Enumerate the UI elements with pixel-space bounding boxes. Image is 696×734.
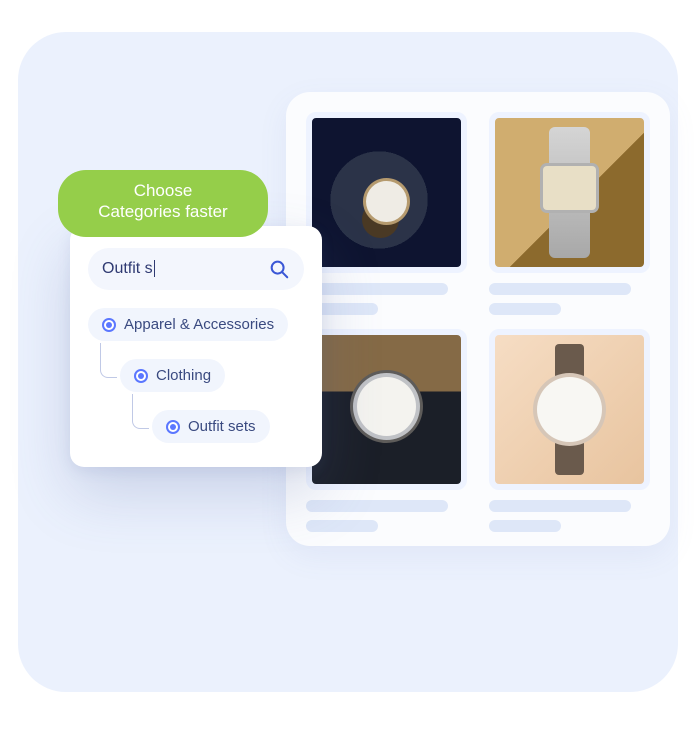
- category-item-outfit-sets[interactable]: Outfit sets: [152, 410, 270, 443]
- product-card[interactable]: [489, 112, 650, 315]
- product-image: [489, 329, 650, 490]
- category-search-field[interactable]: Outfit s: [88, 248, 304, 290]
- search-icon: [268, 258, 290, 280]
- product-subtitle-placeholder: [306, 520, 378, 532]
- category-item-apparel[interactable]: Apparel & Accessories: [88, 308, 288, 341]
- category-item-clothing[interactable]: Clothing: [120, 359, 225, 392]
- radio-icon: [166, 420, 180, 434]
- product-title-placeholder: [489, 500, 631, 512]
- hint-badge-tail: [160, 220, 174, 234]
- product-subtitle-placeholder: [489, 303, 561, 315]
- product-image: [489, 112, 650, 273]
- search-input[interactable]: Outfit s: [102, 260, 252, 278]
- product-card[interactable]: [489, 329, 650, 532]
- product-title-placeholder: [306, 283, 448, 295]
- product-grid-panel: [286, 92, 670, 546]
- product-title-placeholder: [306, 500, 448, 512]
- hint-badge-line-1: Choose: [134, 181, 193, 200]
- product-subtitle-placeholder: [489, 520, 561, 532]
- category-label: Clothing: [156, 367, 211, 384]
- category-selector-panel: Choose Categories faster Outfit s Appare…: [70, 226, 322, 467]
- product-image: [306, 329, 467, 490]
- product-image: [306, 112, 467, 273]
- product-card[interactable]: [306, 112, 467, 315]
- radio-icon: [134, 369, 148, 383]
- radio-icon: [102, 318, 116, 332]
- hint-badge-line-2: Categories faster: [98, 202, 227, 221]
- category-label: Apparel & Accessories: [124, 316, 274, 333]
- product-title-placeholder: [489, 283, 631, 295]
- category-label: Outfit sets: [188, 418, 256, 435]
- product-card[interactable]: [306, 329, 467, 532]
